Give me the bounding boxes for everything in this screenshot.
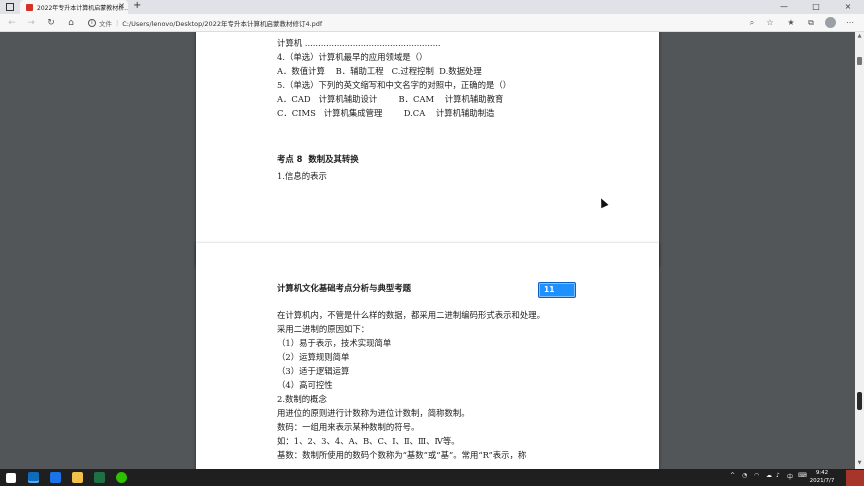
text-line: A．CAD 计算机辅助设计 B．CAM 计算机辅助教育 <box>277 94 504 104</box>
volume-icon[interactable]: ♪ <box>776 472 780 479</box>
new-tab-button[interactable]: + <box>133 0 141 11</box>
profile-avatar[interactable] <box>825 17 836 28</box>
scroll-thumb[interactable] <box>857 392 862 410</box>
favorite-add-icon[interactable]: ☆ <box>763 16 777 30</box>
cloud-icon[interactable]: ☁ <box>766 472 772 479</box>
ime-indicator[interactable]: 中 <box>787 472 793 481</box>
pdf-icon <box>26 3 33 11</box>
address-label: 文件 <box>99 20 112 28</box>
refresh-icon[interactable]: ↻ <box>44 16 58 30</box>
tray-chevron-icon[interactable]: ^ <box>730 472 735 479</box>
scroll-down-icon[interactable]: ▼ <box>856 460 863 468</box>
minimize-button[interactable]: — <box>768 0 800 14</box>
collections-icon[interactable]: ⧉ <box>804 16 818 30</box>
text-line: 如：1、2、3、4、A、B、C、Ⅰ、Ⅱ、Ⅲ、Ⅳ等。 <box>277 436 460 446</box>
text-line: 1.信息的表示 <box>277 171 327 181</box>
edge-icon[interactable] <box>28 472 39 483</box>
pdf-viewer: 计算机 ....................................… <box>0 32 864 469</box>
notification-icon[interactable] <box>846 470 864 486</box>
more-menu-icon[interactable]: ⋯ <box>843 16 857 30</box>
windows-start-icon[interactable] <box>6 473 16 483</box>
text-line: （4）高可控性 <box>277 380 333 390</box>
text-line: 采用二进制的原因如下： <box>277 324 370 334</box>
vertical-scrollbar[interactable]: ▲ ▼ <box>855 32 864 469</box>
text-line: （1）易于表示，技术实现简单 <box>277 338 392 348</box>
back-icon[interactable]: ← <box>5 16 19 30</box>
text-line: （3）适于逻辑运算 <box>277 366 350 376</box>
address-bar[interactable]: i 文件 | C:/Users/lenovo/Desktop/2022年专升本计… <box>88 16 418 30</box>
page-number-badge: 11 <box>538 282 576 298</box>
excel-icon[interactable] <box>94 472 105 483</box>
clock-date: 2021/7/7 <box>809 477 835 484</box>
text-line: 在计算机内，不管是什么样的数据，都采用二进制编码形式表示和处理。 <box>277 310 545 320</box>
url-text[interactable]: C:/Users/lenovo/Desktop/2022年专升本计算机启蒙教材修… <box>122 18 322 28</box>
section-title: 考点 8 数制及其转换 <box>277 154 359 164</box>
home-icon[interactable]: ⌂ <box>64 16 78 30</box>
scroll-marker <box>857 57 862 65</box>
pdf-page-10: 计算机 ....................................… <box>196 32 659 265</box>
wifi-icon[interactable]: ◠ <box>754 472 759 479</box>
text-line: C．CIMS 计算机集成管理 D.CA 计算机辅助制造 <box>277 108 495 118</box>
text-line: 用进位的原则进行计数称为进位计数制，简称数制。 <box>277 408 470 418</box>
pdf-page-11: 计算机文化基础考点分析与典型考题 11 在计算机内，不管是什么样的数据，都采用二… <box>196 243 659 469</box>
text-line: 计算机 ....................................… <box>277 38 441 48</box>
favorites-icon[interactable]: ★ <box>784 16 798 30</box>
forward-icon[interactable]: → <box>24 16 38 30</box>
system-clock[interactable]: 9:42 2021/7/7 <box>800 470 844 485</box>
text-line: 2.数制的概念 <box>277 394 327 404</box>
zoom-icon[interactable]: ⌕ <box>745 16 759 30</box>
tab-close-icon[interactable]: × <box>118 1 125 10</box>
wechat-icon[interactable] <box>116 472 127 483</box>
text-line: 5.（单选）下列的英文缩写和中文名字的对照中，正确的是（） <box>277 80 512 90</box>
browser-toolbar: ← → ↻ ⌂ i 文件 | C:/Users/lenovo/Desktop/2… <box>0 14 864 32</box>
page-header: 计算机文化基础考点分析与典型考题 <box>277 283 411 293</box>
text-line: 基数：数制所使用的数码个数称为“基数”或“基”。常用“R”表示，称 <box>277 450 527 460</box>
network-icon[interactable]: ◔ <box>742 472 747 479</box>
scroll-up-icon[interactable]: ▲ <box>856 33 863 41</box>
text-line: 数码：一组用来表示某种数制的符号。 <box>277 422 420 432</box>
text-line: 4.（单选）计算机最早的应用领域是（） <box>277 52 428 62</box>
text-line: A．数值计算 B．辅助工程 C.过程控制 D.数据处理 <box>277 66 482 76</box>
clock-time: 9:42 <box>815 470 829 476</box>
taskbar: ^ ◔ ◠ ☁ ♪ 中 ⌨ 9:42 2021/7/7 <box>0 469 864 486</box>
close-window-button[interactable]: × <box>832 0 864 14</box>
browser-icon[interactable] <box>50 472 61 483</box>
tab-title: 2022年专升本计算机启蒙教材析... <box>37 4 128 12</box>
file-explorer-icon[interactable] <box>72 472 83 483</box>
tab-bar: 2022年专升本计算机启蒙教材析... × + — □ × <box>0 0 864 14</box>
address-separator: | <box>116 19 119 27</box>
maximize-button[interactable]: □ <box>800 0 832 14</box>
tab-pdf[interactable]: 2022年专升本计算机启蒙教材析... × <box>20 0 128 14</box>
window-menu-icon[interactable] <box>6 3 14 11</box>
info-icon[interactable]: i <box>88 19 96 27</box>
text-line: （2）运算规则简单 <box>277 352 350 362</box>
